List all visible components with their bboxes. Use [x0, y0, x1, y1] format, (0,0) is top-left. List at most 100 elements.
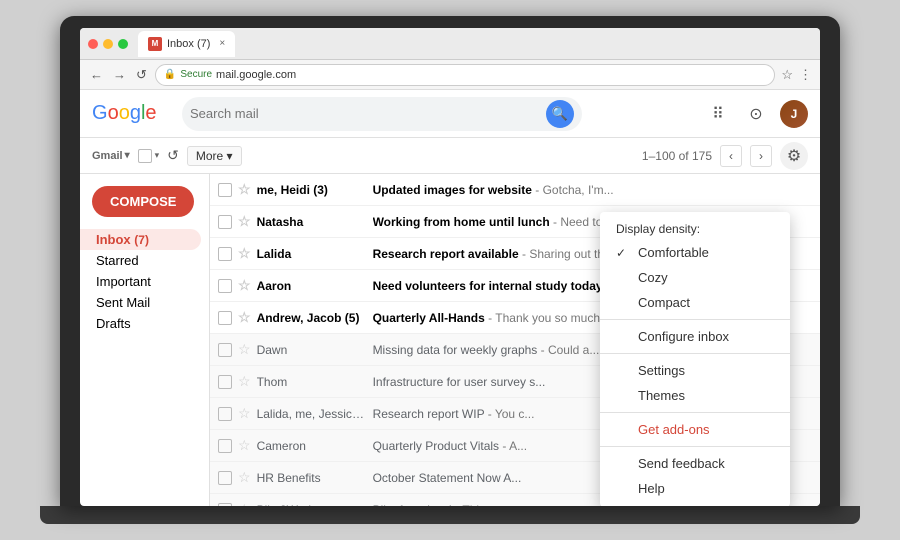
- tab-close-button[interactable]: ×: [219, 38, 225, 49]
- star-icon[interactable]: ☆: [238, 181, 251, 198]
- laptop-base: [40, 506, 860, 524]
- gmail-label: Gmail ▾: [92, 150, 130, 162]
- sidebar-item-inbox[interactable]: Inbox (7): [80, 229, 201, 250]
- search-input[interactable]: [190, 106, 546, 121]
- next-page-button[interactable]: ›: [750, 145, 772, 167]
- star-icon[interactable]: ☆: [238, 469, 251, 486]
- secure-lock-icon: 🔒: [164, 69, 176, 80]
- star-icon[interactable]: ☆: [238, 501, 251, 506]
- gmail-label-arrow[interactable]: ▾: [125, 150, 130, 161]
- email-checkbox[interactable]: [218, 471, 232, 485]
- settings-dropdown: Display density: ✓ Comfortable Cozy: [600, 212, 790, 506]
- get-addons-item[interactable]: Get add-ons: [600, 417, 790, 442]
- reload-button[interactable]: ↺: [134, 65, 149, 85]
- select-all-area[interactable]: ▾: [138, 149, 160, 163]
- density-cozy-label: Cozy: [638, 270, 668, 285]
- density-comfortable[interactable]: ✓ Comfortable: [600, 240, 790, 265]
- search-bar[interactable]: 🔍: [182, 97, 582, 131]
- configure-inbox-item[interactable]: Configure inbox: [600, 324, 790, 349]
- star-icon[interactable]: ☆: [238, 341, 251, 358]
- email-sender: Natasha: [257, 215, 367, 229]
- avatar[interactable]: J: [780, 100, 808, 128]
- sidebar-item-important-label: Important: [96, 274, 151, 289]
- themes-label: Themes: [638, 388, 685, 403]
- refresh-button[interactable]: ↺: [167, 147, 179, 164]
- google-logo: G o o g l e: [92, 102, 172, 125]
- forward-button[interactable]: →: [111, 65, 128, 84]
- density-cozy[interactable]: Cozy: [600, 265, 790, 290]
- pagination: 1–100 of 175 ‹ › ⚙: [642, 142, 808, 170]
- email-snippet: - Thank you so much...: [488, 311, 610, 325]
- tab-title: Inbox (7): [167, 38, 210, 50]
- email-snippet: - A...: [502, 439, 527, 453]
- configure-inbox-label: Configure inbox: [638, 329, 729, 344]
- help-item[interactable]: Help: [600, 476, 790, 501]
- prev-page-button[interactable]: ‹: [720, 145, 742, 167]
- browser-titlebar: M Inbox (7) ×: [80, 28, 820, 60]
- star-icon[interactable]: ☆: [238, 309, 251, 326]
- sidebar-item-sent[interactable]: Sent Mail: [80, 292, 201, 313]
- star-icon[interactable]: ☆: [238, 437, 251, 454]
- email-checkbox[interactable]: [218, 407, 232, 421]
- select-all-checkbox[interactable]: [138, 149, 152, 163]
- email-checkbox[interactable]: [218, 375, 232, 389]
- menu-icon[interactable]: ⋮: [799, 67, 812, 83]
- star-icon[interactable]: ☆: [238, 213, 251, 230]
- gmail-container: G o o g l e 🔍 ⠿ ⊙ J: [80, 90, 820, 506]
- star-icon[interactable]: ☆: [238, 245, 251, 262]
- maximize-button[interactable]: [118, 39, 128, 49]
- email-checkbox[interactable]: [218, 215, 232, 229]
- account-circle-icon[interactable]: ⊙: [742, 100, 770, 128]
- select-dropdown-arrow[interactable]: ▾: [155, 150, 160, 161]
- star-icon[interactable]: ☆: [238, 373, 251, 390]
- themes-item[interactable]: Themes: [600, 383, 790, 408]
- back-button[interactable]: ←: [88, 65, 105, 84]
- sidebar-item-drafts[interactable]: Drafts: [80, 313, 201, 334]
- star-icon[interactable]: ☆: [238, 277, 251, 294]
- compose-button[interactable]: COMPOSE: [92, 186, 194, 217]
- email-row[interactable]: ☆ me, Heidi (3) Updated images for websi…: [210, 174, 820, 206]
- email-sender: Andrew, Jacob (5): [257, 311, 367, 325]
- email-checkbox[interactable]: [218, 439, 232, 453]
- browser-tab[interactable]: M Inbox (7) ×: [138, 31, 235, 57]
- dropdown-divider-3: [600, 412, 790, 413]
- address-bar[interactable]: 🔒 Secure mail.google.com: [155, 64, 775, 86]
- check-icon: ✓: [616, 246, 630, 260]
- help-label: Help: [638, 481, 665, 496]
- dropdown-divider-4: [600, 446, 790, 447]
- email-snippet: - You c...: [488, 407, 535, 421]
- settings-gear-button[interactable]: ⚙: [780, 142, 808, 170]
- bookmark-icon[interactable]: ☆: [781, 67, 793, 83]
- sidebar-item-drafts-label: Drafts: [96, 316, 131, 331]
- email-checkbox[interactable]: [218, 247, 232, 261]
- sidebar-item-starred-label: Starred: [96, 253, 139, 268]
- minimize-button[interactable]: [103, 39, 113, 49]
- email-checkbox[interactable]: [218, 183, 232, 197]
- send-feedback-item[interactable]: Send feedback: [600, 451, 790, 476]
- gmail-toolbar: Gmail ▾ ▾ ↺ More ▾ 1–100 of 175 ‹ › ⚙: [80, 138, 820, 174]
- density-compact[interactable]: Compact: [600, 290, 790, 315]
- sidebar-item-starred[interactable]: Starred: [80, 250, 201, 271]
- email-sender: Aaron: [257, 279, 367, 293]
- logo-g2: g: [130, 102, 141, 125]
- laptop-screen: M Inbox (7) × ← → ↺ 🔒 Secure mail.google…: [80, 28, 820, 506]
- url-text: mail.google.com: [216, 69, 296, 81]
- density-label: Display density:: [600, 218, 790, 240]
- browser-toolbar-icons: ☆ ⋮: [781, 67, 812, 83]
- secure-label: Secure: [180, 69, 212, 80]
- search-button[interactable]: 🔍: [546, 100, 574, 128]
- close-button[interactable]: [88, 39, 98, 49]
- more-button[interactable]: More ▾: [187, 146, 242, 166]
- email-checkbox[interactable]: [218, 503, 232, 507]
- email-checkbox[interactable]: [218, 343, 232, 357]
- gmail-sidebar: COMPOSE Inbox (7) Starred Important Sent…: [80, 174, 210, 506]
- tab-favicon: M: [148, 37, 162, 51]
- settings-item[interactable]: Settings: [600, 358, 790, 383]
- star-icon[interactable]: ☆: [238, 405, 251, 422]
- sidebar-item-important[interactable]: Important: [80, 271, 201, 292]
- email-sender: Bike2Work: [257, 503, 367, 507]
- email-checkbox[interactable]: [218, 279, 232, 293]
- email-checkbox[interactable]: [218, 311, 232, 325]
- apps-icon[interactable]: ⠿: [704, 100, 732, 128]
- gmail-label-text: Gmail: [92, 150, 123, 162]
